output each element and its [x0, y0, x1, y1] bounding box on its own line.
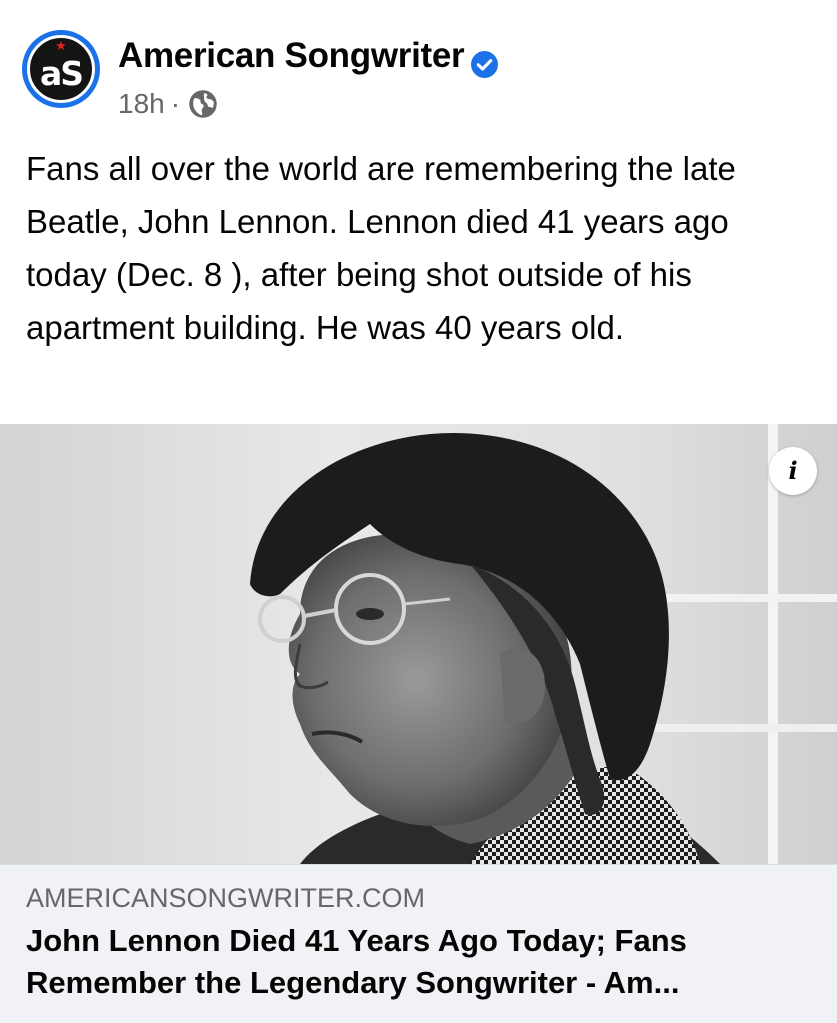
info-button[interactable]: i	[769, 447, 817, 495]
meta-separator: ·	[170, 88, 181, 119]
link-preview-meta[interactable]: AMERICANSONGWRITER.COM John Lennon Died …	[0, 864, 837, 1023]
facebook-post: ★ aS American Songwriter 18h · Fans all …	[0, 0, 837, 1023]
page-name-text[interactable]: American Songwriter	[118, 34, 465, 78]
link-title[interactable]: John Lennon Died 41 Years Ago Today; Fan…	[26, 920, 816, 1004]
portrait-photo	[0, 424, 837, 864]
post-header: ★ aS American Songwriter 18h ·	[0, 0, 837, 130]
link-preview-card[interactable]: i AMERICANSONGWRITER.COM John Lennon Die…	[0, 424, 837, 1023]
link-preview-image[interactable]: i	[0, 424, 837, 864]
post-meta: 18h ·	[118, 84, 218, 124]
link-domain: AMERICANSONGWRITER.COM	[26, 883, 426, 913]
post-message: Fans all over the world are remembering …	[26, 150, 736, 346]
post-timestamp[interactable]: 18h	[118, 84, 165, 124]
info-icon: i	[788, 456, 798, 485]
page-avatar[interactable]: ★ aS	[22, 30, 100, 108]
avatar-logo-text: aS	[39, 54, 84, 93]
star-icon: ★	[55, 38, 67, 53]
verified-badge-icon	[471, 45, 499, 78]
avatar-logo: ★ aS	[27, 35, 95, 103]
globe-icon[interactable]	[188, 89, 218, 119]
page-name[interactable]: American Songwriter	[118, 34, 499, 78]
